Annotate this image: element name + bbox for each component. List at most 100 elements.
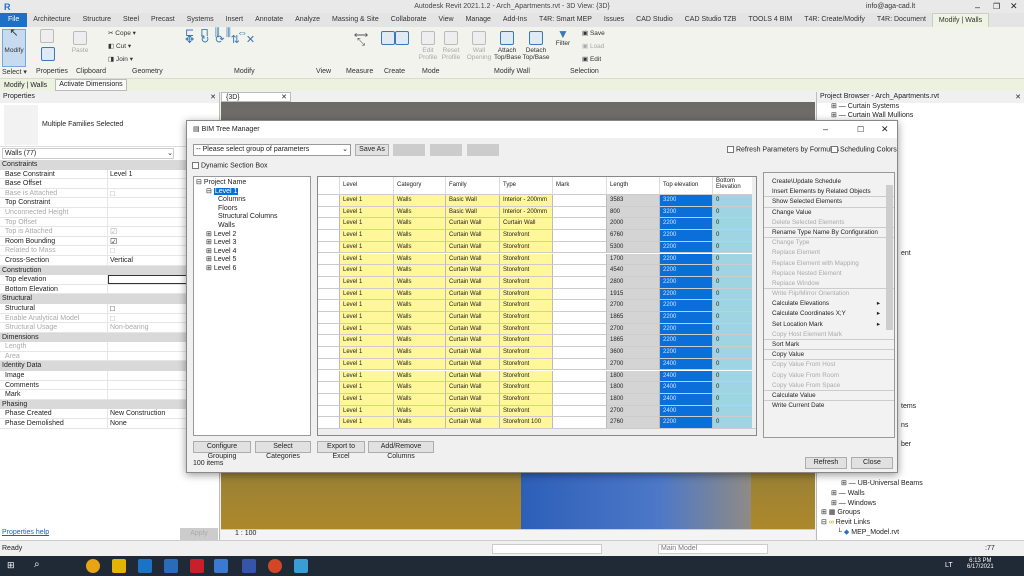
table-cell[interactable]: 2200 bbox=[660, 312, 713, 324]
table-cell[interactable]: 0 bbox=[713, 253, 753, 266]
table-cell[interactable] bbox=[553, 288, 607, 301]
tab-analyze[interactable]: Analyze bbox=[289, 13, 326, 27]
table-cell[interactable]: 1915 bbox=[607, 288, 660, 301]
attach-top-base-button[interactable]: Attach Top/Base bbox=[494, 31, 521, 61]
browser-item-windows[interactable]: ⊞ — Windows bbox=[831, 499, 876, 507]
table-cell[interactable]: 0 bbox=[713, 206, 753, 219]
table-cell[interactable]: 2400 bbox=[660, 370, 713, 383]
edit-profile-button[interactable]: Edit Profile bbox=[418, 31, 438, 61]
table-cell[interactable] bbox=[553, 358, 607, 371]
vertical-scrollbar[interactable] bbox=[752, 177, 756, 428]
table-cell[interactable] bbox=[553, 300, 607, 312]
table-cell[interactable]: 2200 bbox=[660, 253, 713, 266]
table-cell[interactable]: Level 1 bbox=[340, 241, 394, 254]
row-header[interactable] bbox=[318, 241, 340, 254]
table-cell[interactable]: 0 bbox=[713, 312, 753, 324]
workset-select[interactable] bbox=[492, 544, 602, 554]
table-cell[interactable]: 3200 bbox=[660, 206, 713, 219]
table-cell[interactable]: Level 1 bbox=[340, 323, 394, 336]
column-header[interactable]: Category bbox=[394, 177, 446, 195]
table-cell[interactable]: 1800 bbox=[607, 382, 660, 394]
save-as-button[interactable]: Save As bbox=[355, 144, 389, 156]
tab-view[interactable]: View bbox=[433, 13, 460, 27]
table-cell[interactable]: Storefront bbox=[500, 312, 553, 324]
save-button[interactable]: Save bbox=[393, 144, 425, 156]
tree-node[interactable]: Floors bbox=[196, 205, 308, 214]
table-cell[interactable]: Curtain Wall bbox=[446, 265, 500, 277]
browser-item-curtain-systems[interactable]: ⊞ — Curtain Systems bbox=[817, 103, 1024, 112]
table-cell[interactable]: 2200 bbox=[660, 265, 713, 277]
table-row[interactable]: Level 1 Walls Curtain Wall Storefront 4540 22… bbox=[318, 265, 753, 277]
dialog-close-button[interactable]: ✕ bbox=[881, 121, 889, 138]
menu-item[interactable]: Copy Value From Host bbox=[764, 360, 894, 370]
table-cell[interactable]: Level 1 bbox=[340, 218, 394, 231]
tab-annotate[interactable]: Annotate bbox=[249, 13, 289, 27]
design-option-select[interactable]: Main Model bbox=[658, 544, 768, 554]
cut-button[interactable]: ◧ Cut ▾ bbox=[108, 43, 131, 50]
table-cell[interactable]: 2000 bbox=[607, 218, 660, 231]
tab-t4r-document[interactable]: T4R: Document bbox=[871, 13, 932, 27]
tab-file[interactable]: File bbox=[0, 13, 28, 27]
browser-close-icon[interactable]: ✕ bbox=[1015, 93, 1021, 102]
table-cell[interactable]: Curtain Wall bbox=[446, 323, 500, 336]
view-tab-3d[interactable]: {3D} ✕ bbox=[221, 92, 291, 102]
selection-edit-button[interactable]: ▣ Edit bbox=[582, 56, 601, 63]
table-cell[interactable]: Curtain Wall bbox=[446, 230, 500, 242]
filter-button[interactable]: ▼ Filter bbox=[553, 28, 573, 47]
tree-level[interactable]: ⊞ Level 2 bbox=[196, 231, 308, 240]
file-explorer-icon[interactable] bbox=[112, 559, 126, 573]
table-cell[interactable]: Storefront bbox=[500, 358, 553, 371]
table-cell[interactable]: 0 bbox=[713, 300, 753, 312]
table-row[interactable]: Level 1 Walls Curtain Wall Storefront 2700 22… bbox=[318, 300, 753, 312]
browser-item-partial[interactable]: ent bbox=[901, 250, 911, 257]
tab-tools-4-bim[interactable]: TOOLS 4 BIM bbox=[742, 13, 798, 27]
tab-insert[interactable]: Insert bbox=[220, 13, 250, 27]
minimize-button[interactable]: – bbox=[975, 2, 980, 12]
table-cell[interactable]: 0 bbox=[713, 288, 753, 301]
table-row[interactable]: Level 1 Walls Curtain Wall Storefront 3600 22… bbox=[318, 347, 753, 359]
table-cell[interactable]: Level 1 bbox=[340, 300, 394, 312]
revit-active-icon[interactable] bbox=[214, 559, 228, 573]
selection-filter-count[interactable]: :77 bbox=[985, 545, 995, 552]
table-cell[interactable]: Walls bbox=[394, 195, 446, 207]
tree-node[interactable]: Structural Columns bbox=[196, 213, 308, 222]
table-cell[interactable]: 5300 bbox=[607, 241, 660, 254]
table-cell[interactable]: Level 1 bbox=[340, 382, 394, 394]
table-cell[interactable]: Curtain Wall bbox=[446, 288, 500, 301]
close-button[interactable]: Close bbox=[851, 457, 893, 469]
table-cell[interactable] bbox=[553, 347, 607, 359]
dialog-minimize-button[interactable]: – bbox=[823, 121, 828, 138]
row-header[interactable] bbox=[318, 230, 340, 242]
properties-help-link[interactable]: Properties help bbox=[2, 529, 49, 536]
wall-opening-button[interactable]: Wall Opening bbox=[466, 31, 492, 61]
menu-item[interactable]: Show Selected Elements bbox=[764, 197, 894, 208]
selection-save-button[interactable]: ▣ Save bbox=[582, 30, 605, 37]
detach-top-base-button[interactable]: Detach Top/Base bbox=[522, 31, 550, 61]
table-cell[interactable] bbox=[553, 323, 607, 336]
table-cell[interactable]: 2400 bbox=[660, 358, 713, 371]
table-cell[interactable]: 0 bbox=[713, 405, 753, 418]
tree-level-1[interactable]: ⊟ Level 1 bbox=[196, 187, 308, 197]
rename-button[interactable]: Rename bbox=[430, 144, 462, 156]
table-cell[interactable]: Curtain Wall bbox=[446, 276, 500, 289]
chrome-icon[interactable] bbox=[86, 559, 100, 573]
table-row[interactable]: Level 1 Walls Curtain Wall Storefront 2800 22… bbox=[318, 276, 753, 289]
table-cell[interactable]: Storefront bbox=[500, 300, 553, 312]
configure-grouping-button[interactable]: Configure Grouping bbox=[193, 441, 251, 460]
table-cell[interactable]: 2200 bbox=[660, 276, 713, 289]
table-cell[interactable]: 0 bbox=[713, 218, 753, 231]
row-header[interactable] bbox=[318, 265, 340, 277]
table-cell[interactable]: Level 1 bbox=[340, 312, 394, 324]
app-icon[interactable] bbox=[294, 559, 308, 573]
table-row[interactable]: Level 1 Walls Curtain Wall Storefront 2700 22… bbox=[318, 323, 753, 336]
tab-structure[interactable]: Structure bbox=[77, 13, 117, 27]
column-header[interactable]: Length bbox=[607, 177, 660, 195]
table-cell[interactable]: Walls bbox=[394, 206, 446, 219]
table-cell[interactable]: Walls bbox=[394, 335, 446, 348]
join-button[interactable]: ◨ Join ▾ bbox=[108, 56, 133, 63]
menu-item[interactable]: Write Current Date bbox=[764, 401, 894, 411]
browser-item-curtain-wall-mullions[interactable]: ⊞ — Curtain Wall Mullions bbox=[817, 112, 1024, 121]
measure-tool[interactable]: ⟷ ⤡ bbox=[346, 31, 376, 48]
table-cell[interactable]: Storefront bbox=[500, 253, 553, 266]
column-header[interactable]: Family bbox=[446, 177, 500, 195]
